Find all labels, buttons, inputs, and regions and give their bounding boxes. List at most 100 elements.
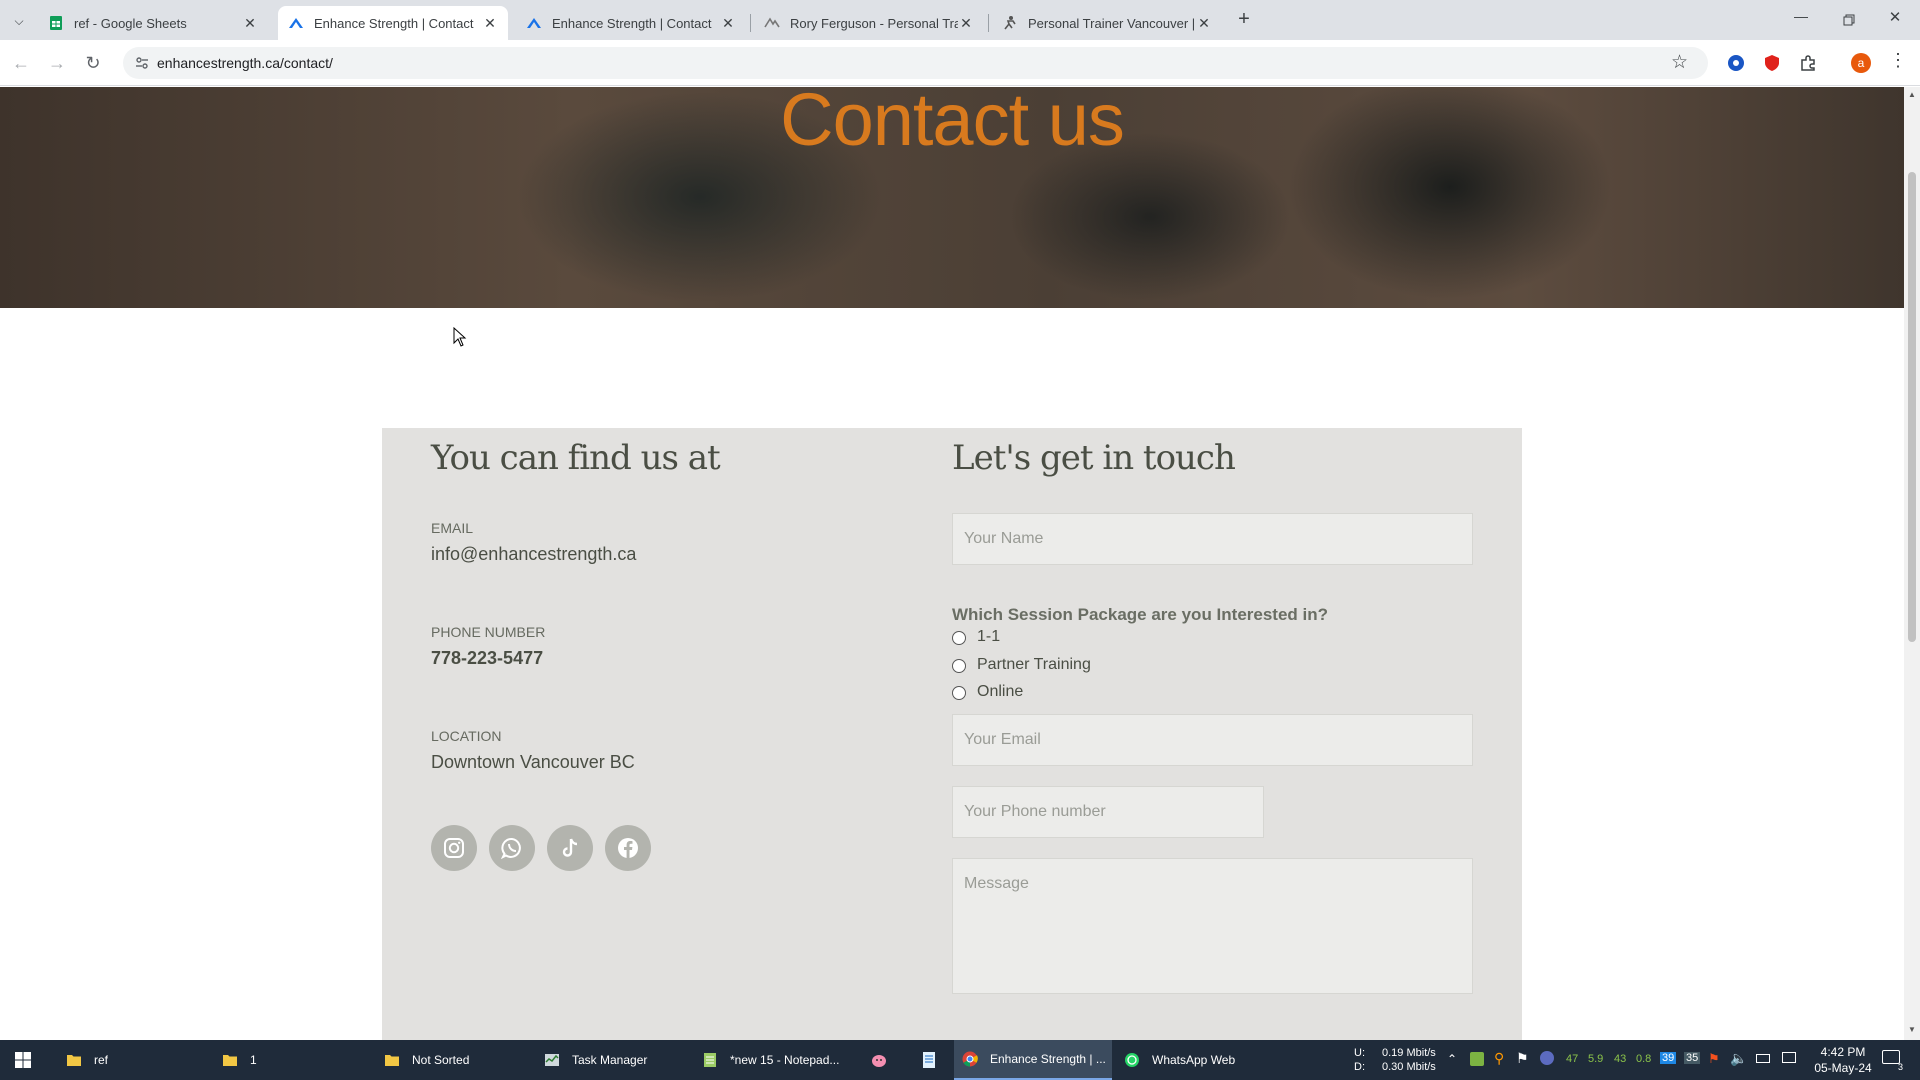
message-textarea[interactable]: Message (952, 858, 1473, 994)
tab-search-button[interactable]: ⌵ (8, 10, 30, 32)
radio-label-partner-training[interactable]: Partner Training (977, 656, 1091, 674)
tiktok-button[interactable] (547, 825, 593, 871)
close-tab-icon[interactable]: ✕ (482, 15, 498, 31)
tray-badge-1[interactable]: 39 (1660, 1052, 1677, 1064)
task-manager-icon (545, 1054, 559, 1066)
net-down-speed: 0.30 Mbit/s (1382, 1061, 1436, 1073)
phone-value[interactable]: 778-223-5477 (431, 648, 543, 669)
net-up-label: U: (1354, 1047, 1365, 1059)
browser-menu-button[interactable]: ⋮ (1888, 50, 1908, 76)
session-package-question: Which Session Package are you Interested… (952, 605, 1329, 624)
email-input[interactable]: Your Email (952, 714, 1473, 766)
tab-title: Rory Ferguson - Personal Traini (790, 15, 958, 31)
whatsapp-icon (1125, 1053, 1139, 1067)
taskbar-item-task-manager[interactable]: Task Manager (536, 1040, 688, 1080)
scroll-down-arrow[interactable]: ▼ (1908, 1025, 1916, 1034)
tab-personal-trainer-vancouver[interactable]: Personal Trainer Vancouver | We ✕ (992, 6, 1222, 40)
browser-toolbar: ← → ↻ enhancestrength.ca/contact/ ☆ a ⋮ (0, 40, 1920, 86)
address-bar[interactable]: enhancestrength.ca/contact/ ☆ (123, 47, 1708, 79)
folder-icon (223, 1055, 237, 1066)
close-tab-icon[interactable]: ✕ (720, 15, 736, 31)
show-hidden-icons-chevron-icon[interactable]: ⌃ (1447, 1052, 1457, 1066)
tab-title: Personal Trainer Vancouver | We (1028, 15, 1196, 31)
tab-enhance-strength[interactable]: Enhance Strength | Contact ✕ (516, 6, 746, 40)
tray-search-icon[interactable]: ⚲ (1494, 1050, 1504, 1067)
tray-badge-2[interactable]: 35 (1684, 1052, 1701, 1064)
forward-button[interactable]: → (42, 48, 72, 78)
pig-app-icon (872, 1055, 886, 1067)
tab-strip: ⌵ ref - Google Sheets ✕ Enhance Strength… (0, 0, 1920, 40)
tray-globe-icon[interactable] (1540, 1051, 1554, 1065)
extensions-puzzle-icon[interactable] (1799, 54, 1817, 72)
radio-online[interactable] (952, 686, 966, 700)
battery-icon[interactable] (1756, 1054, 1770, 1063)
tray-app-icon[interactable] (1470, 1052, 1484, 1066)
close-window-button[interactable]: ✕ (1880, 8, 1910, 32)
location-label: LOCATION (431, 728, 502, 744)
minimize-button[interactable]: — (1786, 8, 1816, 32)
taskbar-app-document[interactable] (912, 1040, 946, 1080)
taskbar-item-chrome-enhance-strength[interactable]: Enhance Strength | ... (954, 1040, 1112, 1080)
taskbar-app-pig[interactable] (862, 1040, 896, 1080)
enhance-strength-logo-icon (527, 18, 541, 28)
phone-label: PHONE NUMBER (431, 624, 546, 640)
taskbar-item-label: *new 15 - Notepad... (730, 1053, 840, 1067)
clock-time[interactable]: 4:42 PM (1808, 1045, 1878, 1059)
radio-partner-training[interactable] (952, 659, 966, 673)
taskbar-item-1[interactable]: 1 (214, 1040, 366, 1080)
instagram-button[interactable] (431, 825, 477, 871)
reload-button[interactable]: ↻ (78, 48, 108, 78)
taskbar-item-notepad[interactable]: *new 15 - Notepad... (694, 1040, 846, 1080)
profile-avatar[interactable]: a (1851, 53, 1871, 73)
tab-enhance-strength-active[interactable]: Enhance Strength | Contact ✕ (278, 6, 508, 40)
bookmark-star-icon[interactable]: ☆ (1671, 51, 1688, 74)
clock-date[interactable]: 05-May-24 (1808, 1061, 1878, 1075)
name-placeholder: Your Name (964, 530, 1044, 547)
taskbar-item-ref[interactable]: ref (58, 1040, 210, 1080)
facebook-icon (618, 838, 638, 858)
extension-shield-icon[interactable] (1763, 54, 1781, 72)
radio-label-1-1[interactable]: 1-1 (977, 628, 1000, 646)
mouse-cursor-icon (453, 327, 467, 347)
taskbar-item-not-sorted[interactable]: Not Sorted (376, 1040, 528, 1080)
tab-title: Enhance Strength | Contact (552, 15, 712, 31)
network-icon[interactable] (1782, 1052, 1796, 1063)
page-scrollbar[interactable]: ▲ ▼ (1904, 87, 1920, 1040)
phone-input[interactable]: Your Phone number (952, 786, 1264, 838)
volume-icon[interactable]: 🔈 (1730, 1050, 1747, 1067)
radio-1-1[interactable] (952, 631, 966, 645)
extension-blue-icon[interactable] (1727, 54, 1745, 72)
tray-shield-icon[interactable]: ⚑ (1516, 1050, 1529, 1067)
new-tab-button[interactable]: + (1232, 8, 1256, 32)
site-info-icon[interactable] (135, 56, 149, 70)
taskbar-item-whatsapp[interactable]: WhatsApp Web (1116, 1040, 1268, 1080)
email-value[interactable]: info@enhancestrength.ca (431, 544, 636, 565)
close-tab-icon[interactable]: ✕ (1196, 15, 1212, 31)
name-input[interactable]: Your Name (952, 513, 1473, 565)
taskbar-item-label: Enhance Strength | ... (990, 1052, 1106, 1066)
back-button[interactable]: ← (6, 48, 36, 78)
radio-label-online[interactable]: Online (977, 683, 1023, 701)
rory-ferguson-logo-icon (764, 17, 780, 28)
close-tab-icon[interactable]: ✕ (242, 15, 258, 31)
notification-count: 3 (1898, 1062, 1904, 1072)
tab-google-sheets[interactable]: ref - Google Sheets ✕ (38, 6, 268, 40)
facebook-button[interactable] (605, 825, 651, 871)
tab-rory-ferguson[interactable]: Rory Ferguson - Personal Traini ✕ (754, 6, 984, 40)
folder-icon (67, 1055, 81, 1066)
restore-icon (1843, 14, 1855, 26)
tray-stat-4: 0.8 (1636, 1053, 1652, 1065)
windows-taskbar: ref 1 Not Sorted Task Manager *new 15 - … (0, 1040, 1920, 1080)
tray-flag-icon[interactable]: ⚑ (1708, 1051, 1720, 1067)
taskbar-item-label: Task Manager (572, 1053, 648, 1067)
start-button[interactable] (6, 1040, 40, 1080)
enhance-strength-logo-icon (289, 18, 303, 28)
notepad-icon (704, 1053, 716, 1067)
restore-button[interactable] (1834, 8, 1864, 32)
scrollbar-thumb[interactable] (1908, 172, 1916, 642)
url-text: enhancestrength.ca/contact/ (157, 55, 333, 71)
google-sheets-icon (50, 16, 62, 30)
close-tab-icon[interactable]: ✕ (958, 15, 974, 31)
whatsapp-button[interactable] (489, 825, 535, 871)
scroll-up-arrow[interactable]: ▲ (1908, 90, 1916, 99)
